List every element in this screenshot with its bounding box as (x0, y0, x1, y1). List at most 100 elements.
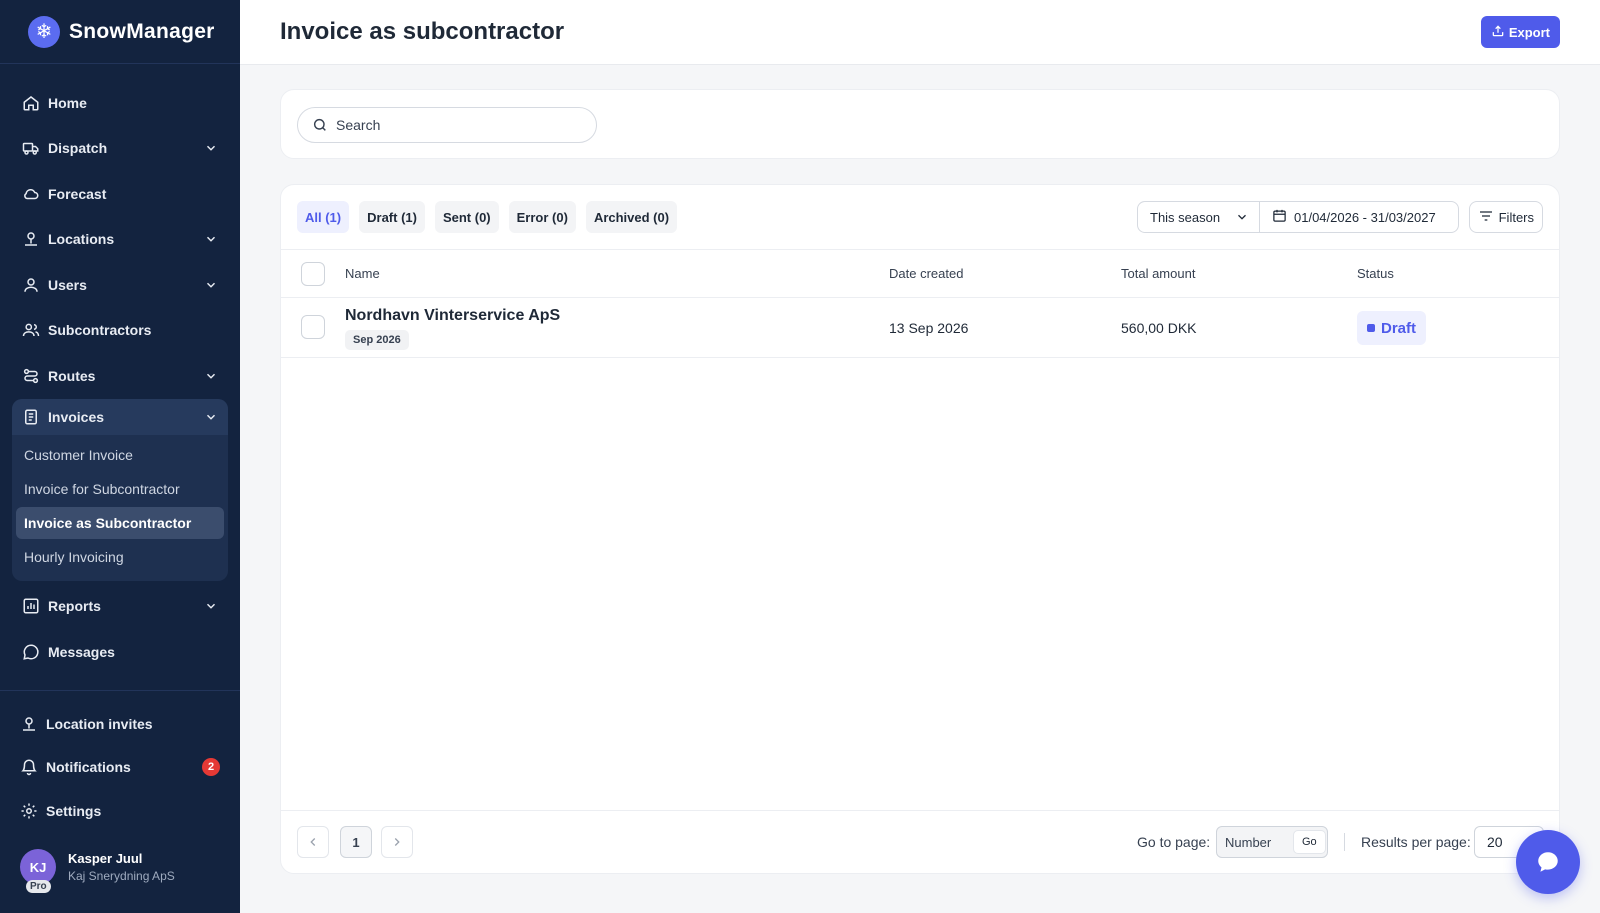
search-box[interactable] (297, 107, 597, 143)
table-footer: 1 Go to page: Go Results per page: 20 (281, 810, 1559, 873)
sidebar-item-forecast[interactable]: Forecast (0, 171, 240, 217)
sidebar-item-dispatch[interactable]: Dispatch (0, 126, 240, 172)
sidebar-item-routes[interactable]: Routes (0, 353, 240, 399)
user-name: Kasper Juul (68, 851, 143, 866)
sidebar-item-label: Invoices (48, 408, 105, 425)
export-label: Export (1508, 24, 1550, 40)
app-name: SnowManager (69, 19, 215, 43)
chevron-down-icon (1238, 214, 1246, 220)
submenu-item-invoice-for-subcontractor[interactable]: Invoice for Subcontractor (16, 473, 224, 505)
invoices-table-card: All (1) Draft (1) Sent (0) Error (0) Arc… (280, 184, 1560, 874)
sidebar-item-reports[interactable]: Reports (0, 584, 240, 630)
tab-all[interactable]: All (1) (297, 201, 350, 233)
search-input[interactable] (336, 117, 576, 133)
filters-button[interactable]: Filters (1468, 201, 1543, 233)
chevron-down-icon (206, 145, 216, 152)
column-header-status[interactable]: Status (1357, 266, 1394, 281)
goto-page-box: Go (1216, 826, 1328, 858)
sidebar-item-location-invites[interactable]: Location invites (0, 702, 240, 746)
table-header: Name Date created Total amount Status (281, 249, 1559, 298)
season-select[interactable]: This season (1138, 202, 1260, 232)
home-icon (22, 94, 40, 112)
sidebar-item-subcontractors[interactable]: Subcontractors (0, 308, 240, 354)
sidebar-item-users[interactable]: Users (0, 262, 240, 308)
location-pin-icon (20, 715, 38, 733)
sidebar-item-label: Notifications (46, 759, 131, 776)
tab-sent[interactable]: Sent (0) (434, 201, 499, 233)
next-page-button[interactable] (381, 826, 413, 858)
footer-divider (1344, 833, 1345, 851)
document-icon (22, 408, 40, 426)
sidebar-item-label: Home (48, 94, 87, 111)
chevron-left-icon (310, 838, 316, 846)
avatar-initials: KJ (29, 859, 47, 875)
season-value: This season (1150, 209, 1221, 225)
search-card (280, 89, 1560, 159)
users-icon (22, 321, 40, 339)
tab-archived[interactable]: Archived (0) (585, 201, 678, 233)
chevron-down-icon (206, 603, 216, 610)
sidebar-item-label: Routes (48, 367, 96, 384)
invoices-submenu: Customer Invoice Invoice for Subcontract… (12, 435, 228, 573)
date-range-value: 01/04/2026 - 31/03/2027 (1294, 209, 1436, 225)
sidebar-item-label: Locations (48, 231, 115, 248)
cloud-icon (22, 185, 40, 203)
sidebar-item-invoices[interactable]: Invoices (12, 398, 228, 435)
brand[interactable]: ❄ SnowManager (0, 0, 240, 64)
tab-error[interactable]: Error (0) (508, 201, 576, 233)
filters-label: Filters (1498, 209, 1534, 225)
sidebar-item-notifications[interactable]: Notifications 2 (0, 746, 240, 790)
truck-icon (22, 139, 40, 157)
search-icon (313, 118, 326, 131)
goto-page-input[interactable] (1225, 834, 1293, 850)
row-checkbox[interactable] (301, 315, 325, 339)
chat-bubble-icon (22, 643, 40, 661)
sidebar-item-label: Dispatch (48, 140, 108, 157)
sidebar-item-home[interactable]: Home (0, 80, 240, 126)
plan-badge: Pro (26, 880, 51, 893)
date-range-picker[interactable]: 01/04/2026 - 31/03/2027 (1260, 202, 1458, 232)
submenu-item-invoice-as-subcontractor[interactable]: Invoice as Subcontractor (16, 506, 224, 539)
sidebar-item-label: Subcontractors (48, 322, 152, 339)
bottom-nav: Location invites Notifications 2 Setting… (0, 702, 240, 833)
snowflake-icon: ❄ (28, 15, 60, 48)
invoices-group: Invoices Customer Invoice Invoice for Su… (12, 398, 228, 581)
invoice-name[interactable]: Nordhavn Vinterservice ApS (345, 307, 560, 325)
sidebar-item-locations[interactable]: Locations (0, 217, 240, 263)
sidebar-item-settings[interactable]: Settings (0, 789, 240, 833)
results-per-page-value: 20 (1487, 834, 1503, 850)
submenu-item-hourly-invoicing[interactable]: Hourly Invoicing (16, 541, 224, 573)
sidebar-item-label: Reports (48, 598, 101, 615)
prev-page-button[interactable] (297, 826, 329, 858)
sidebar-item-label: Settings (46, 802, 102, 819)
bell-icon (20, 758, 38, 776)
column-header-name[interactable]: Name (345, 266, 380, 281)
tab-draft[interactable]: Draft (1) (359, 201, 425, 233)
select-all-checkbox[interactable] (301, 262, 325, 286)
status-tabs: All (1) Draft (1) Sent (0) Error (0) Arc… (297, 201, 678, 233)
go-button[interactable]: Go (1293, 830, 1326, 854)
chevron-down-icon (206, 373, 216, 379)
invoice-date-created: 13 Sep 2026 (889, 320, 969, 336)
export-button[interactable]: Export (1480, 16, 1560, 48)
column-header-date-created[interactable]: Date created (889, 266, 963, 281)
chevron-down-icon (206, 414, 216, 420)
page-title: Invoice as subcontractor (280, 18, 565, 45)
sidebar-item-label: Forecast (48, 185, 107, 202)
submenu-item-customer-invoice[interactable]: Customer Invoice (16, 439, 224, 471)
chat-support-button[interactable] (1516, 830, 1580, 894)
column-header-total-amount[interactable]: Total amount (1121, 266, 1195, 281)
sidebar-item-messages[interactable]: Messages (0, 629, 240, 675)
main-nav: Home Dispatch Forecast Locations Users S… (0, 64, 240, 675)
user-company: Kaj Snerydning ApS (68, 869, 175, 883)
chevron-down-icon (206, 282, 216, 288)
invoice-total-amount: 560,00 DKK (1121, 320, 1197, 336)
results-per-page-label: Results per page: (1361, 834, 1471, 850)
season-filter: This season 01/04/2026 - 31/03/2027 (1137, 201, 1459, 233)
status-dot-icon (1367, 324, 1375, 332)
page-number-button[interactable]: 1 (340, 826, 372, 858)
user-profile[interactable]: KJ Pro Kasper Juul Kaj Snerydning ApS (20, 849, 175, 893)
location-pin-icon (22, 230, 40, 248)
table-row[interactable]: Nordhavn Vinterservice ApS Sep 2026 13 S… (281, 298, 1559, 358)
invoice-period-tag: Sep 2026 (345, 330, 409, 350)
